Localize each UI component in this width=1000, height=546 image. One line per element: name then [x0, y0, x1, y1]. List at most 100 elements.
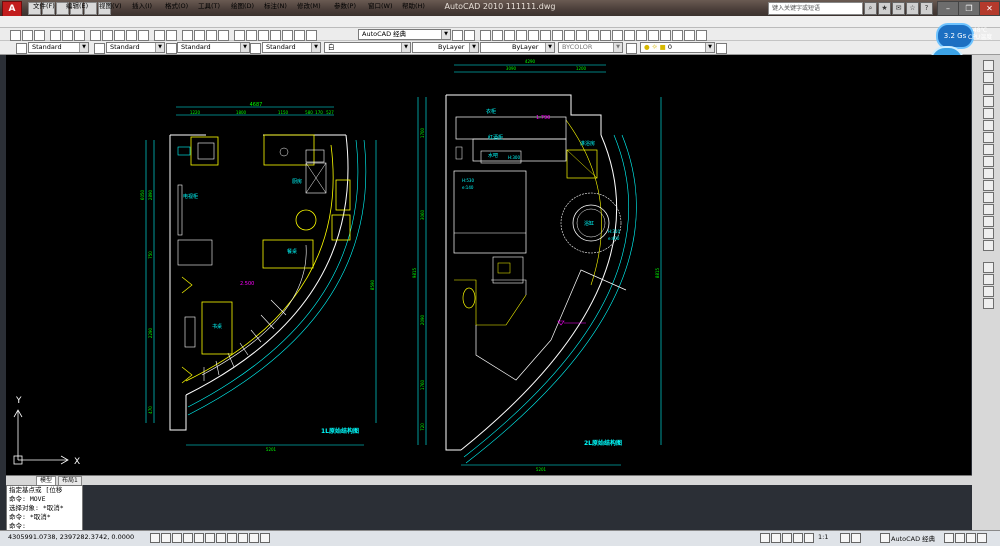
object-snap-tracking-button[interactable] [216, 533, 226, 543]
circle-icon[interactable] [552, 30, 563, 41]
save-toolbar-icon[interactable] [34, 30, 45, 41]
tool-palettes-icon[interactable] [258, 30, 269, 41]
menu-modify[interactable]: 修改(M) [297, 1, 321, 11]
menu-dimension[interactable]: 标注(N) [264, 1, 287, 11]
explode-icon[interactable] [983, 240, 994, 251]
draworder-front-icon[interactable] [983, 262, 994, 273]
offset-icon[interactable] [983, 96, 994, 107]
search-icon[interactable]: ⌕ [864, 2, 877, 15]
undo-toolbar-icon[interactable] [154, 30, 165, 41]
layer-properties-icon[interactable] [626, 43, 637, 54]
infer-constraints-button[interactable] [150, 533, 160, 543]
region-icon[interactable] [672, 30, 683, 41]
quick-properties-button[interactable] [260, 533, 270, 543]
workspace-gear-icon[interactable] [464, 30, 475, 41]
menu-window[interactable]: 窗口(W) [368, 1, 393, 11]
pan-icon[interactable] [182, 30, 193, 41]
move-icon[interactable] [983, 120, 994, 131]
redo-toolbar-icon[interactable] [166, 30, 177, 41]
text-style-icon[interactable] [16, 43, 27, 54]
match-properties-icon[interactable] [126, 30, 137, 41]
zoom-status-button[interactable] [804, 533, 814, 543]
draworder-back-icon[interactable] [983, 274, 994, 285]
text-style-select[interactable]: Standard ▼ [28, 42, 89, 53]
cut-icon[interactable] [90, 30, 101, 41]
insert-block-icon[interactable] [612, 30, 623, 41]
layer-select[interactable]: ● ☼ ■ 0 ▼ [640, 42, 715, 53]
workspace-switch-icon[interactable] [880, 533, 890, 543]
lock-icon[interactable] [944, 533, 954, 543]
annotation-scale[interactable]: 1:1 [818, 533, 828, 541]
qnew-icon[interactable] [10, 30, 21, 41]
dynamic-input-button[interactable] [238, 533, 248, 543]
menu-draw[interactable]: 绘图(D) [231, 1, 254, 11]
multileader-style-select[interactable]: Standard ▼ [262, 42, 321, 53]
properties-icon[interactable] [234, 30, 245, 41]
dynamic-ucs-button[interactable] [227, 533, 237, 543]
command-window[interactable]: 指定基点或 [位移 命令: MOVE 选择对象: *取消* 命令: *取消* 命… [6, 485, 83, 532]
quick-view-layouts-button[interactable] [771, 533, 781, 543]
paste-icon[interactable] [114, 30, 125, 41]
table-icon[interactable] [684, 30, 695, 41]
workspace-settings-icon[interactable] [452, 30, 463, 41]
help-icon[interactable]: ? [920, 2, 933, 15]
close-button[interactable]: ✕ [979, 1, 1000, 16]
open-icon[interactable] [22, 30, 33, 41]
print-icon[interactable] [50, 30, 61, 41]
zoom-realtime-icon[interactable] [194, 30, 205, 41]
workspace-select[interactable]: AutoCAD 经典 ▼ [358, 29, 451, 40]
rotate-icon[interactable] [983, 132, 994, 143]
autocad-logo-icon[interactable]: A [2, 1, 22, 17]
dim-style-icon[interactable] [94, 43, 105, 54]
chamfer-icon[interactable] [983, 216, 994, 227]
menu-view[interactable]: 视图(V) [99, 1, 122, 11]
annotation-visibility-button[interactable] [840, 533, 850, 543]
table-style-icon[interactable] [166, 43, 177, 54]
draworder-under-icon[interactable] [983, 298, 994, 309]
fillet-icon[interactable] [983, 228, 994, 239]
erase-icon[interactable] [983, 60, 994, 71]
subscription-icon[interactable]: ★ [878, 2, 891, 15]
ellipse-icon[interactable] [588, 30, 599, 41]
auto-scale-button[interactable] [851, 533, 861, 543]
object-snap-button[interactable] [205, 533, 215, 543]
clean-screen-icon[interactable] [977, 533, 987, 543]
workspace-status[interactable]: AutoCAD 经典 [891, 533, 935, 543]
menu-file[interactable]: 文件(F) [33, 1, 55, 11]
spline-icon[interactable] [576, 30, 587, 41]
mirror-icon[interactable] [983, 84, 994, 95]
line-icon[interactable] [480, 30, 491, 41]
draworder-above-icon[interactable] [983, 286, 994, 297]
publish-icon[interactable] [74, 30, 85, 41]
drawing-canvas[interactable]: 4687 1220 1800 1150 580 170 527 6050 289… [6, 55, 971, 475]
arc-icon[interactable] [540, 30, 551, 41]
hatch-icon[interactable] [648, 30, 659, 41]
ortho-mode-button[interactable] [183, 533, 193, 543]
join-icon[interactable] [983, 204, 994, 215]
search-input[interactable]: 键入关键字或短语 [768, 2, 863, 15]
linetype-select[interactable]: ByLayer ▼ [412, 42, 479, 53]
table-style-select[interactable]: Standard ▼ [177, 42, 250, 53]
dim-style-select[interactable]: Standard ▼ [106, 42, 165, 53]
coordinates-readout[interactable]: 4305991.0738, 2397282.3742, 0.0000 [8, 533, 134, 541]
minimize-button[interactable]: – [937, 1, 959, 16]
polar-tracking-button[interactable] [194, 533, 204, 543]
point-icon[interactable] [636, 30, 647, 41]
mtext-icon[interactable] [696, 30, 707, 41]
polygon-icon[interactable] [516, 30, 527, 41]
design-center-icon[interactable] [246, 30, 257, 41]
lineweight-button[interactable] [249, 533, 259, 543]
model-space-button[interactable] [760, 533, 770, 543]
make-block-icon[interactable] [624, 30, 635, 41]
polyline-icon[interactable] [504, 30, 515, 41]
zoom-window-icon[interactable] [206, 30, 217, 41]
communication-icon[interactable]: ✉ [892, 2, 905, 15]
isolate-objects-icon[interactable] [966, 533, 976, 543]
hardware-acceleration-icon[interactable] [955, 533, 965, 543]
menu-edit[interactable]: 编辑(E) [66, 1, 88, 11]
sheet-set-icon[interactable] [270, 30, 281, 41]
restore-button[interactable]: ❐ [958, 1, 980, 16]
menu-help[interactable]: 帮助(H) [402, 1, 425, 11]
quickcalc-icon[interactable] [294, 30, 305, 41]
menu-insert[interactable]: 插入(I) [132, 1, 152, 11]
